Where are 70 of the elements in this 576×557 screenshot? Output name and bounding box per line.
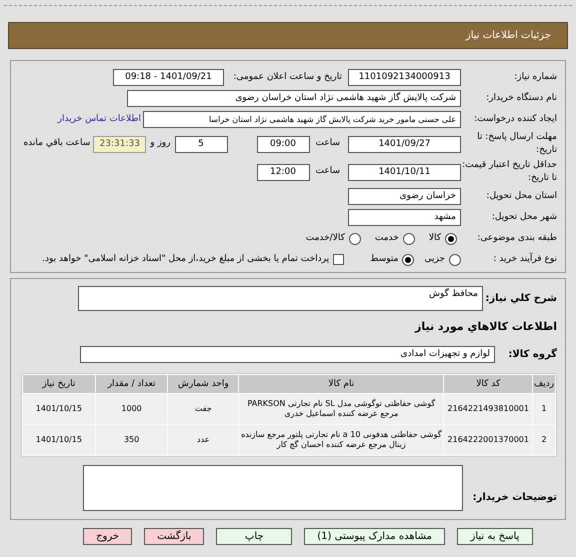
radio-label: خدمت [374, 232, 399, 245]
text-field[interactable]: 12:00 [256, 164, 310, 180]
text-field[interactable]: خراسان رضوی [348, 188, 461, 205]
column-header: ردیف [533, 374, 555, 392]
table-cell: جفت [168, 394, 238, 424]
field-label: روز و [150, 137, 170, 150]
text-field[interactable]: شرکت پالایش گاز شهید هاشمی نژاد استان خراسان رضوی [127, 90, 461, 107]
notes-textarea[interactable] [83, 464, 463, 510]
radio-label: کالا [428, 232, 441, 245]
table-cell: 1401/10/15 [22, 394, 95, 424]
action-button[interactable]: چاپ [216, 528, 292, 544]
action-button[interactable]: پاسخ به نیاز [456, 528, 533, 544]
field-label: شهر محل تحویل: [490, 211, 557, 224]
action-button[interactable]: خروج [83, 528, 132, 544]
field-label: مهلت ارسال پاسخ: تا تاریخ: [476, 131, 557, 157]
field-label: نوع فرآیند خرید : [492, 253, 557, 266]
radio-label: جزیی [424, 252, 445, 266]
countdown-timer: 23:31:33 [93, 136, 146, 152]
radio-label: کالا/خدمت [306, 232, 345, 245]
checkbox[interactable] [333, 254, 344, 265]
radio-button[interactable] [348, 232, 361, 244]
field-label: تاریخ و ساعت اعلان عمومی: [232, 71, 342, 84]
text-field[interactable]: مشهد [348, 209, 461, 226]
table-cell: عدد [168, 424, 238, 454]
table-cell: 1401/10/15 [22, 424, 95, 454]
text-field[interactable]: 1401/10/11 [348, 164, 461, 180]
table-cell: 350 [96, 424, 168, 454]
action-button[interactable]: بازگشت [144, 528, 204, 544]
table-cell: 2164221493810001 [444, 394, 532, 424]
column-header: تاریخ نیاز [22, 374, 95, 392]
action-button[interactable]: مشاهده مدارک پیوستی (1) [304, 528, 445, 544]
text-field[interactable]: علی حسنی مامور خرید شرکت پالایش گاز شهید هاشمی نژاد استان خراسا [143, 111, 461, 128]
field-label: ساعت باقي مانده [23, 137, 90, 150]
table-cell: 2 [533, 424, 555, 454]
table-cell: 1000 [96, 394, 168, 424]
radio-label: متوسط [370, 252, 398, 266]
field-label: توضیحات خریدار: [472, 490, 557, 504]
field-label: ایجاد کننده درخواست: [473, 113, 557, 126]
field-label: حداقل تاریخ اعتبار قیمت: تا تاریخ: [461, 159, 557, 185]
column-header: کد کالا [444, 374, 532, 392]
field-label: شماره نیاز: [513, 71, 557, 84]
radio-button[interactable] [449, 254, 461, 266]
radio-button[interactable] [445, 232, 457, 244]
field-label: طبقه بندی موضوعی: [476, 232, 557, 245]
checkbox-label: پرداخت تمام یا بخشی از مبلغ خرید،از محل "اسناد خزانه اسلامی" خواهد بود. [42, 252, 330, 266]
table-cell: 1 [533, 394, 555, 424]
column-header: نام کالا [239, 374, 444, 392]
table-cell: گوشی حفاظتی توگوشی مدل SL نام تجارتی PARKSON مرجع عرضه کننده اسماعیل خدری [239, 394, 444, 424]
field-label: گروه کالا: [507, 347, 557, 362]
text-field[interactable]: محافظ گوش [78, 286, 483, 311]
column-header: واحد شمارش [168, 374, 238, 392]
column-header: تعداد / مقدار [96, 374, 168, 392]
field-label: ساعت [316, 137, 340, 150]
text-field[interactable]: 09:00 [256, 136, 310, 152]
text-field[interactable]: 1401/09/21 - 09:18 [113, 69, 224, 86]
field-label: ساعت [316, 165, 340, 178]
text-field[interactable]: لوازم و تجهیزات امدادی [80, 346, 495, 362]
header-title: جزئيات اطلاعات نياز [466, 29, 551, 43]
field-label: نام دستگاه خریدار: [485, 92, 557, 105]
table-cell: گوشی حفاظتی هدفونی 10 a نام تجارتی پلتور مرجع سازنده زینال مرجع عرضه کننده احسان گچ کار [239, 424, 444, 454]
section-heading: اطلاعات كالاهاي مورد نياز [414, 319, 557, 335]
text-field[interactable]: 1101092134000913 [348, 69, 461, 86]
contact-link[interactable]: اطلاعات تماس خریدار [58, 112, 141, 126]
radio-button[interactable] [402, 232, 415, 244]
radio-button[interactable] [402, 254, 414, 266]
field-label: شرح کلي نياز: [484, 292, 557, 306]
text-field[interactable]: 5 [174, 136, 228, 152]
table-cell: 2164222001370001 [444, 424, 532, 454]
text-field[interactable]: 1401/09/27 [348, 136, 461, 152]
field-label: استان محل تحویل: [485, 190, 557, 203]
